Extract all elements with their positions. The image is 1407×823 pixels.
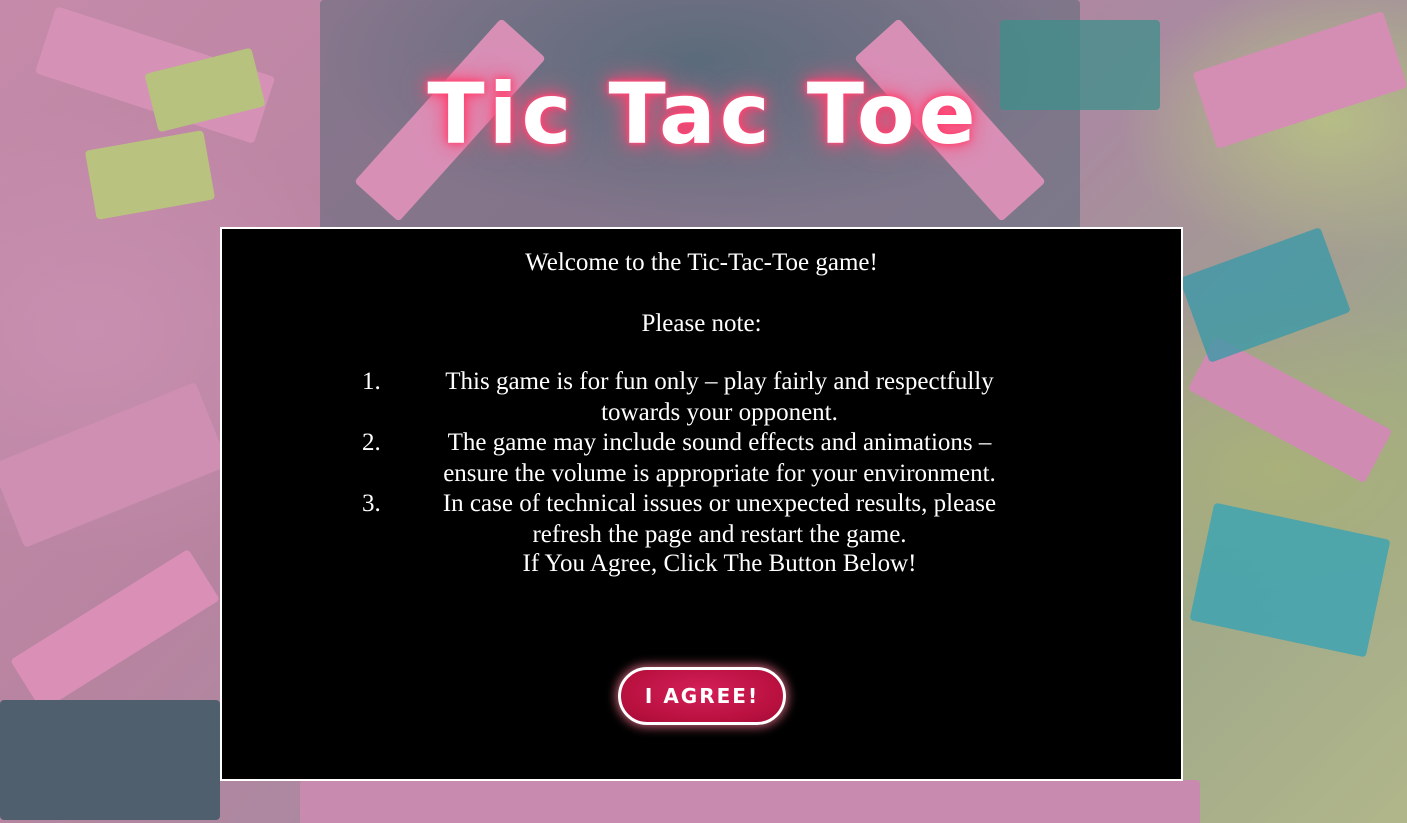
agree-prompt: If You Agree, Click The Button Below!	[522, 550, 917, 577]
rule-text: This game is for fun only – play fairly …	[445, 368, 994, 426]
page-title: Tic Tac Toe	[427, 65, 980, 163]
welcome-message: Welcome to the Tic-Tac-Toe game!	[525, 249, 878, 276]
rule-text: In case of technical issues or unexpecte…	[442, 490, 997, 548]
rule-item: 2. The game may include sound effects an…	[362, 428, 1022, 489]
rule-item: 1. This game is for fun only – play fair…	[362, 367, 1022, 428]
rule-number: 2.	[362, 429, 381, 456]
rule-number: 3.	[362, 490, 381, 517]
notice-panel: Welcome to the Tic-Tac-Toe game! Please …	[220, 227, 1183, 781]
note-heading: Please note:	[641, 310, 762, 337]
rules-list: 1. This game is for fun only – play fair…	[362, 367, 1022, 550]
rule-text: The game may include sound effects and a…	[443, 429, 996, 487]
rule-item: 3. In case of technical issues or unexpe…	[362, 489, 1022, 550]
rule-number: 1.	[362, 368, 381, 395]
agree-button[interactable]: I AGREE!	[618, 667, 786, 725]
